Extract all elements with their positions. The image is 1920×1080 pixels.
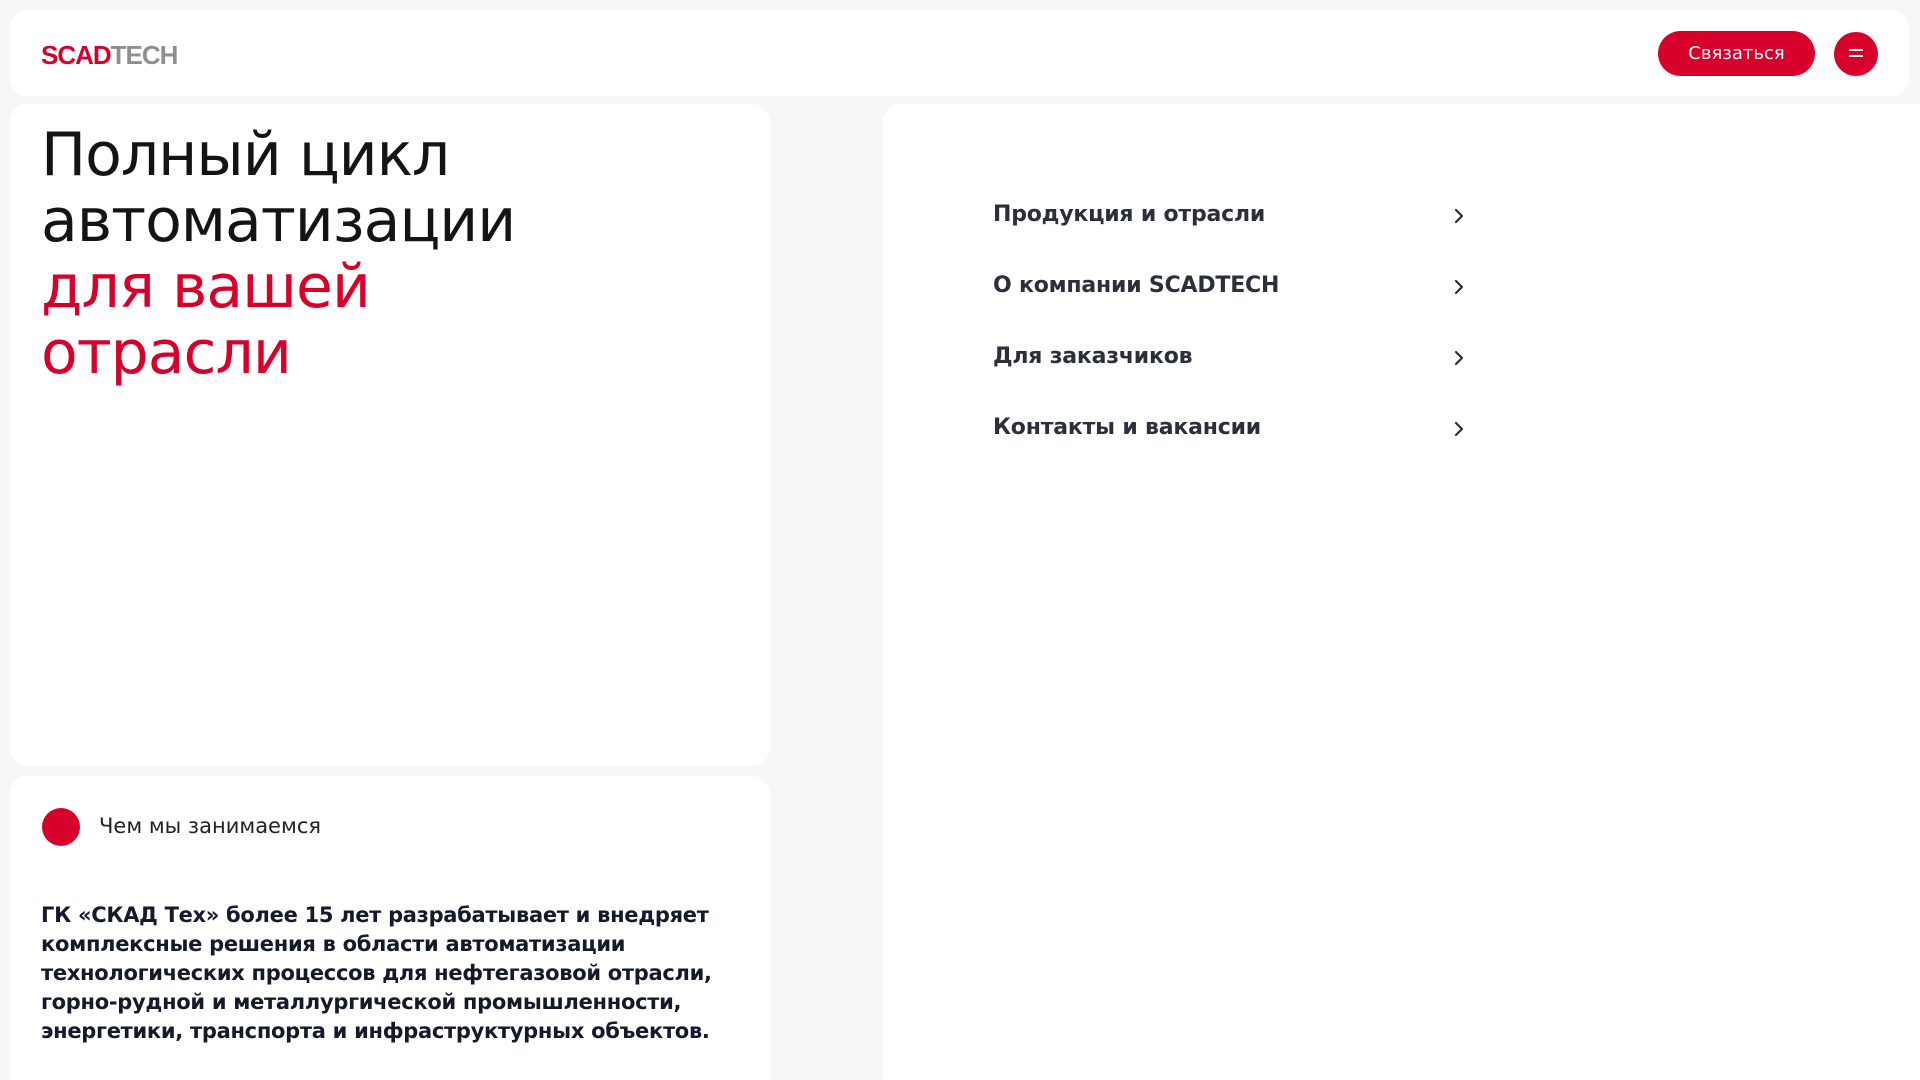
menu-button[interactable] [1834, 32, 1878, 76]
hero-title-line-1: Полный цикл [41, 120, 450, 190]
site-header: SCADTECH Связаться [10, 10, 1909, 96]
chevron-right-icon [1454, 350, 1464, 366]
nav-item-label: Контакты и вакансии [993, 415, 1262, 440]
hero-title: Полный цикл автоматизации для вашей отра… [41, 122, 741, 386]
hero-card: Полный цикл автоматизации для вашей отра… [10, 104, 770, 766]
contact-button[interactable]: Связаться [1658, 31, 1815, 76]
hero-accent-line-1: для вашей [41, 252, 371, 322]
scadtech-logo[interactable]: SCADTECH [41, 40, 179, 70]
chevron-right-icon [1454, 208, 1464, 224]
logo-tech: TECH [110, 40, 179, 70]
hamburger-icon [1849, 49, 1863, 57]
nav-item-contacts[interactable]: Контакты и вакансии [993, 407, 1464, 478]
nav-list: Продукция и отрасли О компании SCADTECH … [993, 194, 1464, 478]
hero-accent-line-2: отрасли [41, 318, 292, 388]
navigation-panel: Продукция и отрасли О компании SCADTECH … [883, 104, 1920, 1080]
nav-item-label: О компании SCADTECH [993, 273, 1280, 298]
about-card: Чем мы занимаемся ГК «СКАД Тех» более 15… [10, 776, 770, 1080]
about-text: ГК «СКАД Тех» более 15 лет разрабатывает… [41, 903, 712, 1043]
about-label: Чем мы занимаемся [99, 814, 321, 838]
hero-title-line-2: автоматизации [41, 186, 516, 256]
nav-item-about-company[interactable]: О компании SCADTECH [993, 265, 1464, 336]
nav-item-label: Для заказчиков [993, 344, 1193, 369]
nav-item-label: Продукция и отрасли [993, 202, 1266, 227]
logo-scad: SCAD [41, 40, 112, 70]
red-dot-icon [42, 808, 80, 846]
chevron-right-icon [1454, 279, 1464, 295]
chevron-right-icon [1454, 421, 1464, 437]
nav-item-customers[interactable]: Для заказчиков [993, 336, 1464, 407]
nav-item-products[interactable]: Продукция и отрасли [993, 194, 1464, 265]
